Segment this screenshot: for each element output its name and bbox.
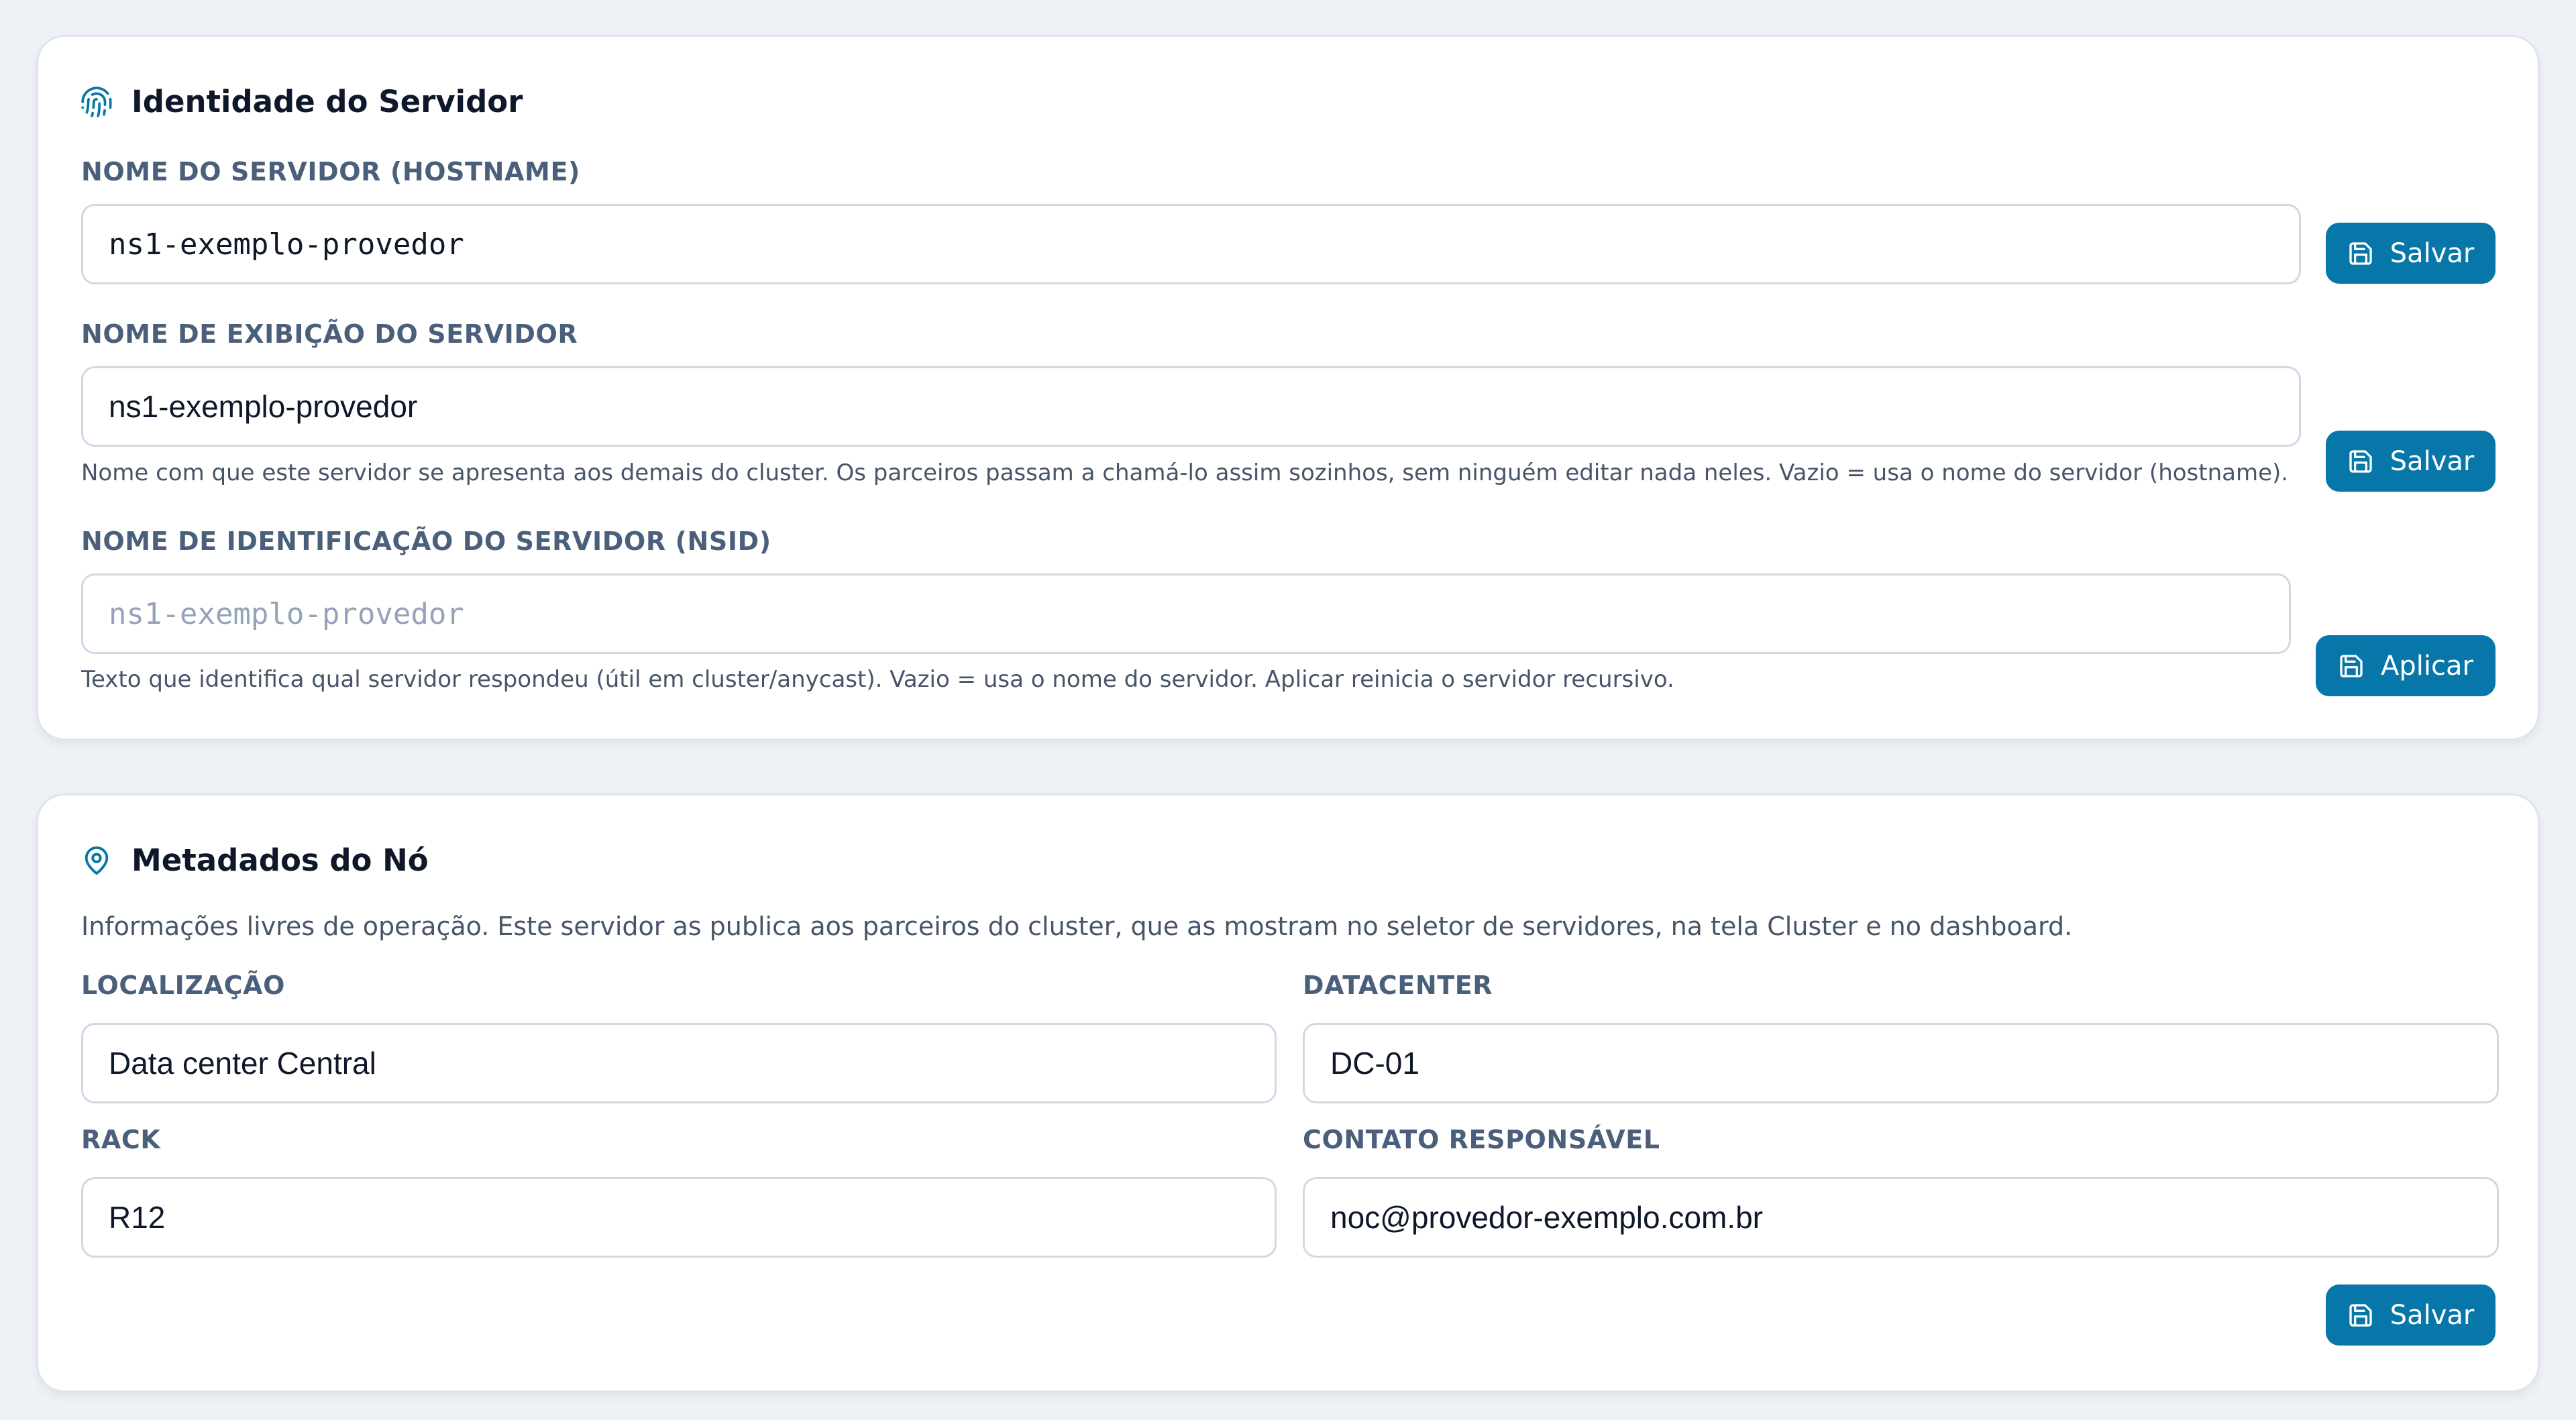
save-button-label: Salvar (2390, 1299, 2475, 1331)
fingerprint-icon (80, 85, 113, 119)
display-name-label: NOME DE EXIBIÇÃO DO SERVIDOR (81, 319, 578, 349)
save-metadata-button[interactable]: Salvar (2326, 1285, 2496, 1346)
apply-nsid-button[interactable]: Aplicar (2316, 635, 2496, 696)
contact-label: CONTATO RESPONSÁVEL (1303, 1125, 1660, 1154)
rack-input[interactable] (81, 1177, 1277, 1258)
card-title: Identidade do Servidor (131, 84, 523, 119)
nsid-help: Texto que identifica qual servidor respo… (81, 666, 1674, 693)
nsid-input[interactable] (81, 574, 2291, 654)
location-label: LOCALIZAÇÃO (81, 971, 285, 1000)
node-metadata-card: Metadados do Nó Informações livres de op… (36, 794, 2540, 1392)
apply-button-label: Aplicar (2381, 650, 2473, 681)
rack-label: RACK (81, 1125, 161, 1154)
metadata-description: Informações livres de operação. Este ser… (81, 912, 2073, 941)
save-display-name-button[interactable]: Salvar (2326, 431, 2496, 492)
save-icon (2347, 240, 2374, 267)
display-name-input[interactable] (81, 366, 2301, 447)
save-hostname-button[interactable]: Salvar (2326, 223, 2496, 284)
save-icon (2338, 653, 2365, 679)
save-icon (2347, 448, 2374, 475)
card-title: Metadados do Nó (131, 842, 429, 878)
datacenter-input[interactable] (1303, 1023, 2499, 1103)
server-identity-card: Identidade do Servidor NOME DO SERVIDOR … (36, 35, 2540, 741)
location-input[interactable] (81, 1023, 1277, 1103)
save-icon (2347, 1302, 2374, 1329)
hostname-input[interactable] (81, 204, 2301, 284)
nsid-label: NOME DE IDENTIFICAÇÃO DO SERVIDOR (NSID) (81, 527, 771, 556)
contact-input[interactable] (1303, 1177, 2499, 1258)
save-button-label: Salvar (2390, 445, 2475, 477)
hostname-label: NOME DO SERVIDOR (HOSTNAME) (81, 157, 580, 186)
map-pin-icon (81, 845, 112, 876)
display-name-help: Nome com que este servidor se apresenta … (81, 459, 2289, 486)
datacenter-label: DATACENTER (1303, 971, 1493, 1000)
save-button-label: Salvar (2390, 237, 2475, 269)
